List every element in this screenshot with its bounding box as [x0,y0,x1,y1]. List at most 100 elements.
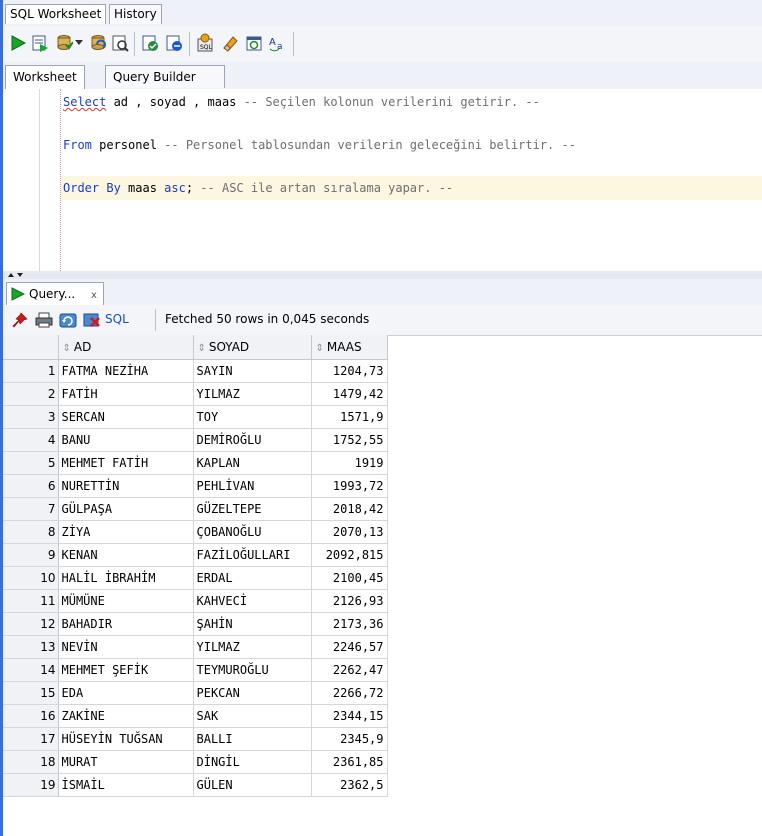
explain-plan-icon[interactable] [139,32,161,54]
cell-ad[interactable]: KENAN [58,543,194,567]
cell-maas[interactable]: 2262,47 [311,658,388,682]
code-line[interactable]: Order By maas asc; -- ASC ile artan sıra… [63,178,453,198]
table-row[interactable]: 18 MURAT DİNGİL 2361,85 [3,750,388,774]
table-row[interactable]: 4 BANU DEMİROĞLU 1752,55 [3,428,388,452]
sql-tuning-icon[interactable] [163,32,185,54]
cell-ad[interactable]: FATMA NEZİHA [58,359,194,383]
cell-maas[interactable]: 1919 [311,451,388,475]
sort-icon[interactable]: ⇕ [63,343,71,354]
cell-maas[interactable]: 2092,815 [311,543,388,567]
cell-maas[interactable]: 1571,9 [311,405,388,429]
cell-ad[interactable]: İSMAİL [58,773,194,797]
history-icon[interactable] [243,32,265,54]
cell-soyad[interactable]: ERDAL [193,566,312,590]
rollback-icon[interactable] [87,32,109,54]
sort-icon[interactable]: ⇕ [316,343,324,354]
code-line[interactable]: Select ad , soyad , maas -- Seçilen kolo… [63,92,540,112]
tab-history[interactable]: History [109,4,162,24]
cell-ad[interactable]: SERCAN [58,405,194,429]
autotrace-icon[interactable] [109,32,131,54]
cell-ad[interactable]: MURAT [58,750,194,774]
table-row[interactable]: 13 NEVİN YILMAZ 2246,57 [3,635,388,659]
table-row[interactable]: 12 BAHADIR ŞAHİN 2173,36 [3,612,388,636]
table-row[interactable]: 1 FATMA NEZİHA SAYIN 1204,73 [3,359,388,383]
cell-ad[interactable]: BAHADIR [58,612,194,636]
print-icon[interactable] [33,309,55,331]
cell-soyad[interactable]: PEHLİVAN [193,474,312,498]
cell-soyad[interactable]: BALLI [193,727,312,751]
cell-soyad[interactable]: FAZİLOĞULLARI [193,543,312,567]
cell-soyad[interactable]: TEYMUROĞLU [193,658,312,682]
cell-soyad[interactable]: TOY [193,405,312,429]
cell-maas[interactable]: 2345,9 [311,727,388,751]
cell-ad[interactable]: FATİH [58,382,194,406]
column-header-ad[interactable]: ⇕ AD [58,335,194,360]
commit-icon[interactable] [53,32,75,54]
eraser-icon[interactable] [219,32,241,54]
table-row[interactable]: 8 ZİYA ÇOBANOĞLU 2070,13 [3,520,388,544]
format-case-icon[interactable]: Aa [267,32,289,54]
table-row[interactable]: 6 NURETTİN PEHLİVAN 1993,72 [3,474,388,498]
cell-soyad[interactable]: YILMAZ [193,382,312,406]
cell-soyad[interactable]: PEKCAN [193,681,312,705]
cell-maas[interactable]: 2266,72 [311,681,388,705]
table-row[interactable]: 10 HALİL İBRAHİM ERDAL 2100,45 [3,566,388,590]
cell-soyad[interactable]: KAPLAN [193,451,312,475]
unshared-sql-icon[interactable]: SQL [195,32,217,54]
cell-soyad[interactable]: KAHVECİ [193,589,312,613]
tab-query-result[interactable]: Query... x [6,282,104,305]
table-row[interactable]: 19 İSMAİL GÜLEN 2362,5 [3,773,388,797]
pin-icon[interactable] [9,309,31,331]
cell-soyad[interactable]: GÜZELTEPE [193,497,312,521]
table-row[interactable]: 7 GÜLPAŞA GÜZELTEPE 2018,42 [3,497,388,521]
cell-ad[interactable]: HÜSEYİN TUĞSAN [58,727,194,751]
cell-maas[interactable]: 2246,57 [311,635,388,659]
cell-ad[interactable]: MEHMET FATİH [58,451,194,475]
delete-icon[interactable] [81,309,103,331]
column-header-maas[interactable]: ⇕ MAAS [311,335,388,360]
cell-maas[interactable]: 1752,55 [311,428,388,452]
cell-ad[interactable]: HALİL İBRAHİM [58,566,194,590]
table-row[interactable]: 16 ZAKİNE SAK 2344,15 [3,704,388,728]
cell-soyad[interactable]: DEMİROĞLU [193,428,312,452]
results-grid[interactable]: ⇕ AD ⇕ SOYAD ⇕ MAAS 1 FATMA NEZİHA SAYIN 1204,… [3,335,388,797]
cell-maas[interactable]: 2361,85 [311,750,388,774]
close-tab-icon[interactable]: x [91,290,97,301]
table-row[interactable]: 2 FATİH YILMAZ 1479,42 [3,382,388,406]
sql-link[interactable]: SQL [105,312,129,326]
cell-ad[interactable]: EDA [58,681,194,705]
sql-editor[interactable]: Select ad , soyad , maas -- Seçilen kolo… [3,89,762,272]
cell-maas[interactable]: 2100,45 [311,566,388,590]
cell-soyad[interactable]: ŞAHİN [193,612,312,636]
cell-maas[interactable]: 2344,15 [311,704,388,728]
cell-soyad[interactable]: ÇOBANOĞLU [193,520,312,544]
cell-maas[interactable]: 2126,93 [311,589,388,613]
cell-maas[interactable]: 2018,42 [311,497,388,521]
column-header-soyad[interactable]: ⇕ SOYAD [193,335,312,360]
cell-maas[interactable]: 2173,36 [311,612,388,636]
run-statement-icon[interactable] [7,32,29,54]
cell-soyad[interactable]: SAYIN [193,359,312,383]
cell-ad[interactable]: BANU [58,428,194,452]
cell-soyad[interactable]: SAK [193,704,312,728]
table-row[interactable]: 3 SERCAN TOY 1571,9 [3,405,388,429]
cell-ad[interactable]: ZİYA [58,520,194,544]
cell-ad[interactable]: MÜMÜNE [58,589,194,613]
sort-icon[interactable]: ⇕ [198,343,206,354]
run-script-icon[interactable] [29,32,51,54]
refresh-icon[interactable] [57,309,79,331]
table-row[interactable]: 9 KENAN FAZİLOĞULLARI 2092,815 [3,543,388,567]
splitter-arrows-icon[interactable] [7,271,27,279]
cell-ad[interactable]: NEVİN [58,635,194,659]
cell-maas[interactable]: 1479,42 [311,382,388,406]
cell-maas[interactable]: 1993,72 [311,474,388,498]
table-row[interactable]: 11 MÜMÜNE KAHVECİ 2126,93 [3,589,388,613]
table-row[interactable]: 15 EDA PEKCAN 2266,72 [3,681,388,705]
cell-soyad[interactable]: GÜLEN [193,773,312,797]
cell-ad[interactable]: ZAKİNE [58,704,194,728]
dropdown-arrow-icon[interactable] [73,32,85,54]
table-row[interactable]: 5 MEHMET FATİH KAPLAN 1919 [3,451,388,475]
cell-maas[interactable]: 1204,73 [311,359,388,383]
cell-ad[interactable]: MEHMET ŞEFİK [58,658,194,682]
cell-soyad[interactable]: YILMAZ [193,635,312,659]
